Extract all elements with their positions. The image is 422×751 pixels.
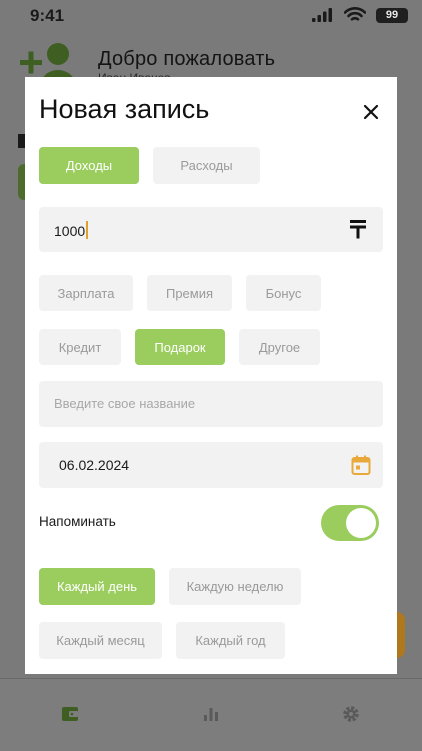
cellular-signal-icon <box>312 8 332 22</box>
reminder-label: Напоминать <box>39 514 116 529</box>
amount-input-value: 1000 <box>54 221 88 239</box>
stats-icon[interactable] <box>201 704 221 724</box>
toggle-knob <box>346 508 376 538</box>
category-bonus[interactable]: Бонус <box>246 275 321 311</box>
amount-field[interactable]: 1000 <box>39 207 383 252</box>
custom-name-placeholder: Введите свое название <box>54 396 196 411</box>
status-time: 9:41 <box>30 6 65 25</box>
frequency-weekly[interactable]: Каждую неделю <box>169 568 301 605</box>
welcome-title: Добро пожаловать <box>98 48 276 70</box>
wifi-icon <box>344 7 366 21</box>
category-other[interactable]: Другое <box>239 329 320 365</box>
frequency-yearly[interactable]: Каждый год <box>176 622 285 659</box>
frequency-monthly[interactable]: Каждый месяц <box>39 622 162 659</box>
category-credit[interactable]: Кредит <box>39 329 121 365</box>
close-icon[interactable] <box>360 101 382 123</box>
date-field[interactable]: 06.02.2024 <box>39 442 383 488</box>
date-value: 06.02.2024 <box>59 457 130 473</box>
background-orange-button <box>397 612 405 658</box>
tab-expenses[interactable]: Расходы <box>153 147 260 184</box>
battery-indicator: 99 <box>376 8 408 23</box>
status-bar: 9:41 99 <box>0 0 422 34</box>
text-caret <box>86 221 88 239</box>
reminder-toggle[interactable] <box>321 505 379 541</box>
tenge-icon <box>350 220 366 239</box>
frequency-daily[interactable]: Каждый день <box>39 568 155 605</box>
custom-name-input[interactable]: Введите свое название <box>39 381 383 427</box>
tab-income[interactable]: Доходы <box>39 147 139 184</box>
calendar-icon[interactable] <box>350 454 372 476</box>
gear-icon[interactable] <box>341 704 361 724</box>
modal-title: Новая запись <box>39 94 210 124</box>
category-salary[interactable]: Зарплата <box>39 275 133 311</box>
category-bonus-premium[interactable]: Премия <box>147 275 232 311</box>
wallet-icon[interactable] <box>60 704 80 724</box>
category-gift[interactable]: Подарок <box>135 329 225 365</box>
